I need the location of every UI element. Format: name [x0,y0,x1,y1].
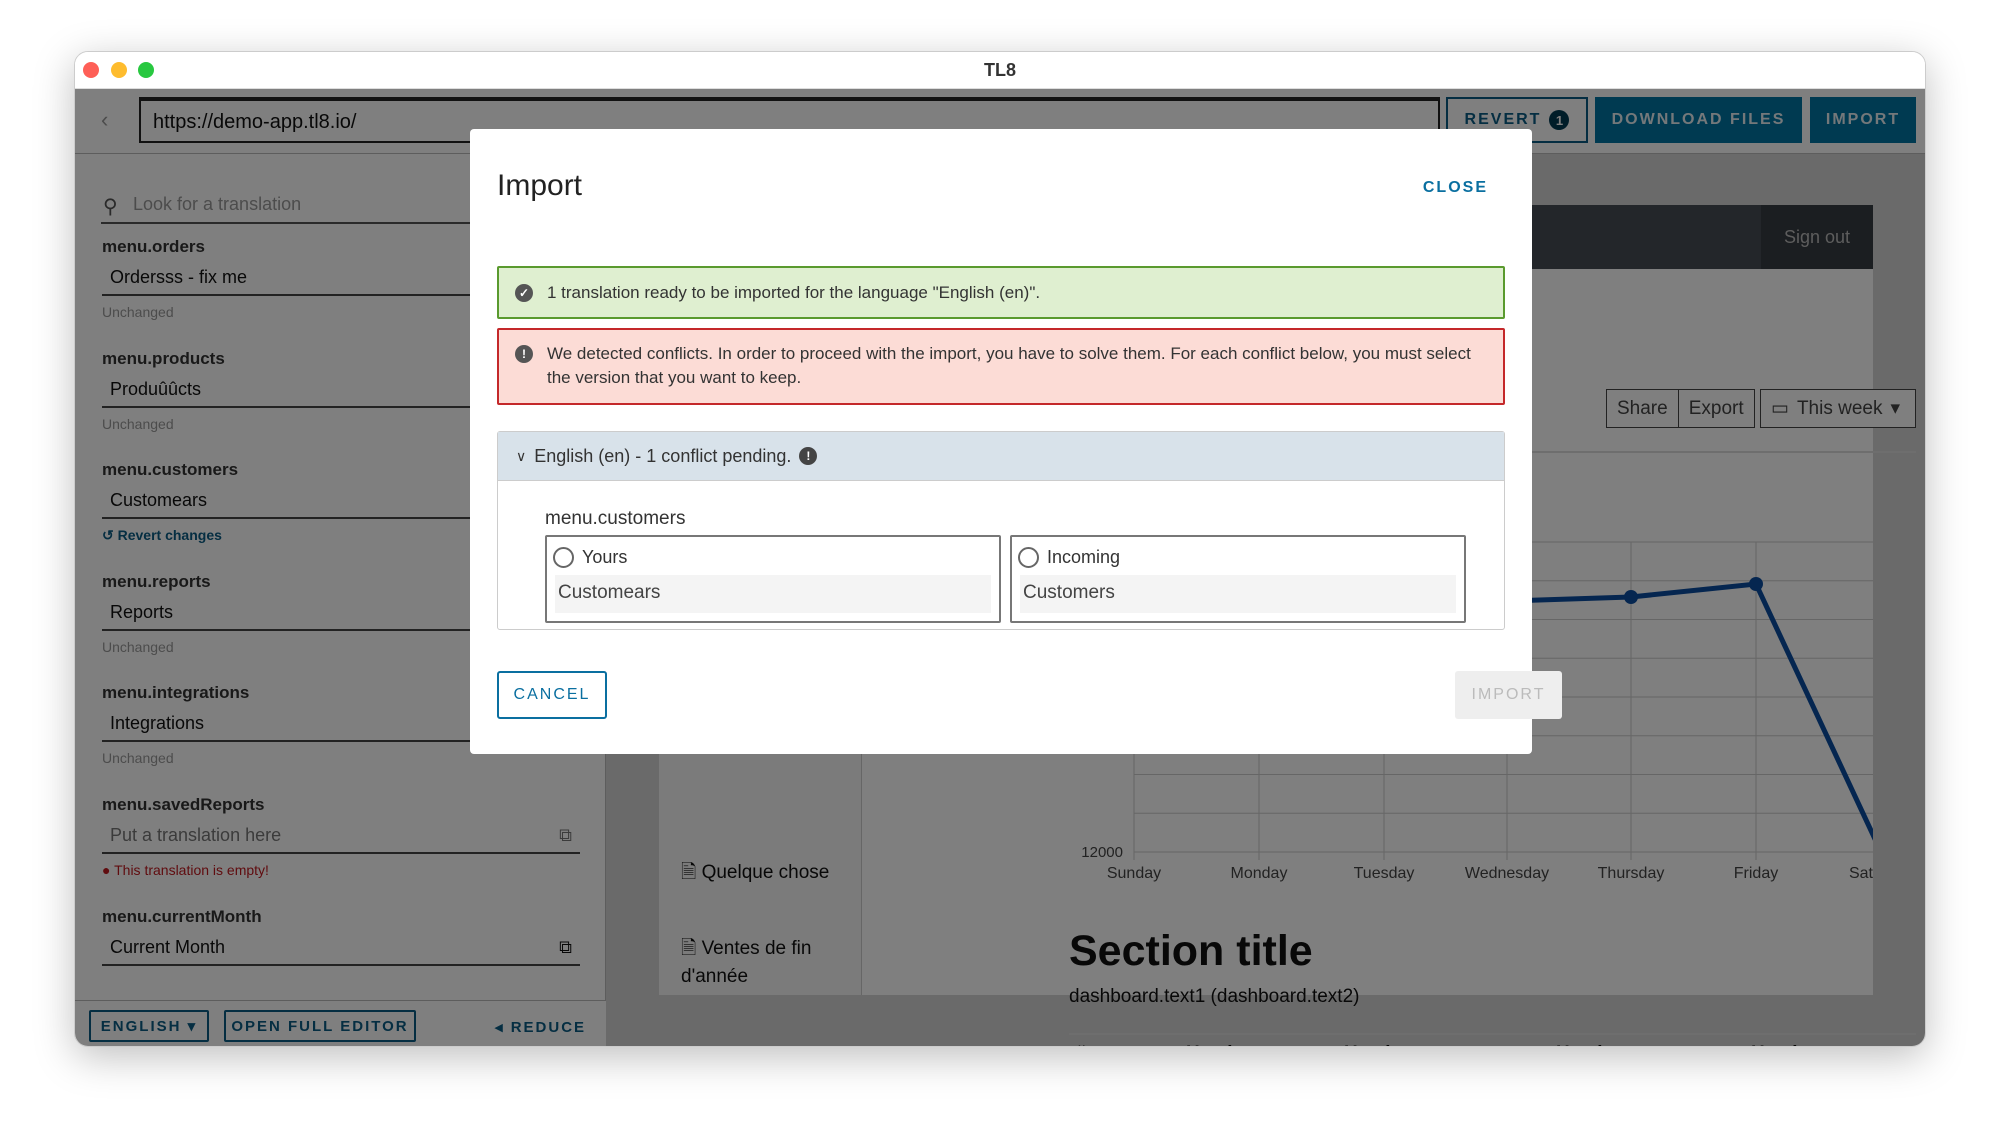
incoming-radio[interactable] [1018,547,1039,568]
import-modal: Import CLOSE ✓ 1 translation ready to be … [470,129,1562,754]
yours-radio[interactable] [553,547,574,568]
error-text: We detected conflicts. In order to proce… [547,344,1471,387]
close-button[interactable]: CLOSE [1423,179,1488,197]
option-incoming[interactable]: Incoming Customers [1010,535,1466,623]
confirm-import-button[interactable]: IMPORT [1455,671,1562,719]
success-text: 1 translation ready to be imported for t… [547,282,1041,302]
conflict-key: menu.customers [545,508,686,529]
yours-label: Yours [582,547,628,567]
browser-window: TL8 ‹ https://demo-app.tl8.io/ REVERT1 D… [74,51,1926,1047]
incoming-label: Incoming [1047,547,1121,567]
yours-radio-label[interactable]: Yours [553,547,627,568]
incoming-value: Customers [1020,575,1456,613]
incoming-radio-label[interactable]: Incoming [1018,547,1120,568]
option-yours[interactable]: Yours Customears [545,535,1001,623]
cancel-button[interactable]: CANCEL [497,671,607,719]
check-circle-icon: ✓ [515,283,533,302]
error-alert: ! We detected conflicts. In order to proc… [497,328,1505,405]
accordion-header[interactable]: ∨ English (en) - 1 conflict pending.! [498,432,1504,481]
conflict-accordion: ∨ English (en) - 1 conflict pending.! men… [497,431,1505,630]
exclamation-circle-icon: ! [515,345,533,363]
accordion-title: English (en) - 1 conflict pending. [534,445,792,466]
modal-title: Import [497,169,583,202]
exclamation-circle-icon: ! [799,447,818,465]
success-alert: ✓ 1 translation ready to be imported for … [497,266,1505,319]
title-bar: TL8 [75,52,1925,89]
chevron-down-icon: ∨ [516,447,527,464]
yours-value: Customears [555,575,991,613]
window-title: TL8 [983,60,1016,80]
